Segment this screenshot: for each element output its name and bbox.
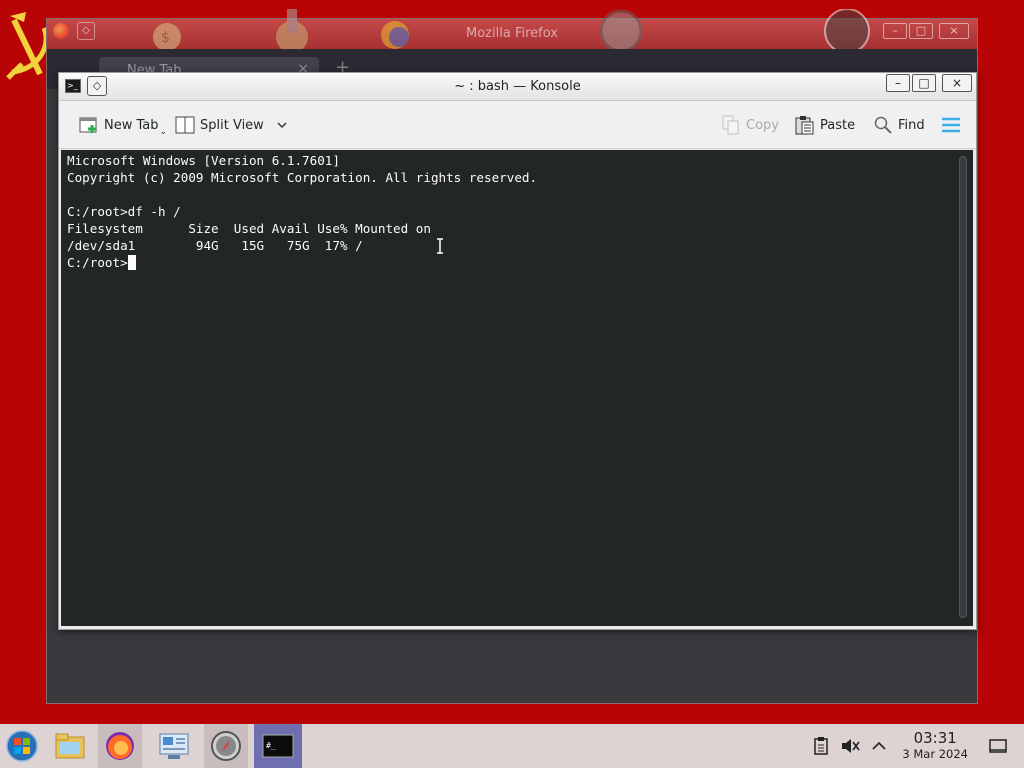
system-clock[interactable]: 03:31 3 Mar 2024: [902, 729, 968, 762]
hamburger-menu-icon[interactable]: [941, 117, 961, 133]
split-view-label: Split View: [200, 117, 264, 133]
taskbar-konsole[interactable]: #_: [254, 724, 302, 768]
split-view-button[interactable]: Split View: [175, 113, 288, 137]
terminal-line: /dev/sda1 94G 15G 75G 17% /: [67, 238, 363, 253]
copy-icon: [722, 115, 739, 135]
terminal-line: Microsoft Windows [Version 6.1.7601]: [67, 153, 340, 168]
konsole-toolbar: New Tab ⌄ Split View Copy Paste Find: [59, 101, 976, 149]
terminal-prompt: C:/root>: [67, 255, 128, 270]
konsole-icon: #_: [262, 734, 294, 758]
file-manager-icon: [55, 733, 85, 759]
new-tab-icon: [79, 117, 97, 133]
terminal-line: C:/root>df -h /: [67, 204, 181, 219]
new-tab-label: New Tab: [104, 117, 159, 133]
terminal-line: Filesystem Size Used Avail Use% Mounted …: [67, 221, 431, 236]
konsole-close-button[interactable]: ×: [942, 74, 972, 92]
chevron-up-icon[interactable]: [869, 736, 889, 756]
show-desktop-icon[interactable]: [988, 736, 1008, 756]
paste-label: Paste: [820, 117, 856, 133]
clock-time: 03:31: [913, 729, 957, 747]
terminal-cursor: [127, 255, 136, 270]
system-settings-icon: [159, 733, 189, 759]
konsole-minimize-button[interactable]: –: [886, 74, 910, 92]
terminal-output[interactable]: Microsoft Windows [Version 6.1.7601] Cop…: [61, 150, 973, 626]
firefox-titlebar[interactable]: ◇ $ Mozilla Firefox – □ ×: [47, 9, 977, 53]
split-view-icon: [175, 116, 195, 134]
search-icon: [874, 116, 892, 134]
taskbar-safari[interactable]: [204, 724, 248, 768]
text-cursor-icon: [437, 238, 443, 254]
terminal-scrollbar[interactable]: [959, 156, 967, 618]
taskbar-firefox[interactable]: [98, 724, 142, 768]
firefox-maximize-button[interactable]: □: [909, 23, 933, 39]
terminal-prompt-line: C:/root>: [67, 254, 537, 271]
safari-compass-icon: [211, 731, 241, 761]
taskbar-file-manager[interactable]: [48, 724, 92, 768]
start-button[interactable]: [0, 724, 44, 768]
clipboard-icon[interactable]: [811, 736, 831, 756]
paste-button[interactable]: Paste: [795, 113, 855, 137]
taskbar: #_ 03:31 3 Mar 2024: [0, 724, 1024, 768]
copy-button[interactable]: Copy: [721, 113, 779, 137]
paste-icon: [795, 116, 814, 135]
start-orb-icon: [6, 730, 38, 762]
firefox-close-button[interactable]: ×: [939, 23, 969, 39]
konsole-maximize-button[interactable]: □: [912, 74, 936, 92]
find-label: Find: [898, 117, 925, 133]
konsole-window-title: ~ : bash — Konsole: [454, 79, 581, 94]
terminal-line: Copyright (c) 2009 Microsoft Corporation…: [67, 170, 538, 185]
volume-muted-icon[interactable]: [840, 736, 860, 756]
firefox-minimize-button[interactable]: –: [883, 23, 907, 39]
taskbar-system-settings[interactable]: [152, 724, 196, 768]
konsole-window[interactable]: >_ ◇ ~ : bash — Konsole – □ × New Tab ⌄ …: [58, 72, 977, 630]
new-tab-button[interactable]: New Tab ⌄: [79, 113, 167, 137]
find-button[interactable]: Find: [873, 113, 925, 137]
compass-icon: [599, 9, 643, 53]
konsole-titlebar[interactable]: >_ ◇ ~ : bash — Konsole – □ ×: [59, 73, 976, 101]
svg-text:#_: #_: [266, 741, 276, 750]
copy-label: Copy: [746, 117, 779, 133]
new-tab-dropdown-icon[interactable]: ⌄: [160, 127, 168, 137]
firefox-icon: [106, 732, 134, 760]
clock-date: 3 Mar 2024: [902, 747, 968, 761]
chevron-down-icon[interactable]: [276, 119, 288, 131]
dark-orb-icon: [824, 9, 870, 53]
